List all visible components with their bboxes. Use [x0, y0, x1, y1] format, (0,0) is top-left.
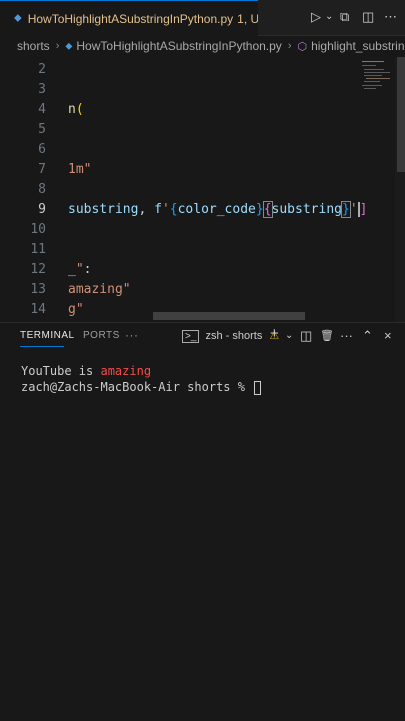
tab-terminal[interactable]: TERMINAL: [20, 330, 75, 341]
line-number: 8: [38, 182, 46, 197]
code-line: bigint: [68, 57, 115, 60]
terminal-line: zach@Zachs-MacBook-Air shorts %: [21, 379, 262, 395]
panel-header: TERMINAL PORTS ··· >_ zsh - shorts ⚠ + ⌄…: [0, 323, 405, 351]
python-file-icon: ⬥: [14, 12, 22, 24]
line-number: 6: [38, 142, 46, 157]
breadcrumb-folder[interactable]: shorts: [17, 39, 50, 53]
chevron-right-icon: ›: [287, 40, 292, 52]
breadcrumb-file[interactable]: HowToHighlightASubstringInPython.py: [76, 39, 281, 53]
close-panel-icon[interactable]: ×: [384, 329, 392, 343]
tab-filename: HowToHighlightASubstringInPython.py: [27, 11, 234, 26]
bottom-panel: TERMINAL PORTS ··· >_ zsh - shorts ⚠ + ⌄…: [0, 322, 405, 721]
add-terminal-icon[interactable]: +: [270, 326, 279, 341]
code-line: amazing": [68, 282, 131, 297]
line-number: 14: [30, 302, 46, 317]
panel-more-icon[interactable]: ···: [125, 328, 139, 342]
line-number: 11: [30, 242, 46, 257]
function-symbol-icon: ⬡: [297, 40, 308, 53]
horizontal-scrollbar-thumb[interactable]: [153, 312, 305, 320]
line-number: 7: [38, 162, 46, 177]
terminal-line: YouTube is amazing: [21, 363, 261, 379]
split-terminal-icon[interactable]: ◫: [300, 329, 312, 343]
line-number: 2: [38, 62, 46, 77]
terminal-output[interactable]: YouTube is amazing zach@Zachs-MacBook-Air…: [21, 363, 262, 395]
run-icon[interactable]: ▷: [311, 10, 321, 24]
editor-tab[interactable]: ⬥ HowToHighlightASubstringInPython.py 1,…: [0, 0, 258, 36]
line-number: 10: [30, 222, 46, 237]
line-number: 12: [30, 262, 46, 277]
scrollbar-thumb[interactable]: [397, 57, 405, 172]
output-text: YouTube is: [21, 364, 101, 378]
line-number: 5: [38, 122, 46, 137]
line-number: 4: [38, 102, 46, 117]
python-file-icon: ⬥: [65, 40, 73, 52]
code-line: g": [68, 302, 84, 317]
more-actions-icon[interactable]: ⋯: [384, 10, 397, 24]
split-editor-icon[interactable]: ◫: [362, 10, 374, 24]
breadcrumb-symbol[interactable]: highlight_substring: [311, 39, 405, 53]
breadcrumb: shorts › ⬥ HowToHighlightASubstringInPyt…: [0, 35, 405, 57]
terminal-cursor: [254, 380, 262, 395]
run-dropdown-icon[interactable]: ⌄: [325, 10, 333, 24]
line-number: 3: [38, 82, 46, 97]
chevron-right-icon: ›: [55, 40, 60, 52]
code-line: 1m": [68, 162, 92, 177]
compare-changes-icon[interactable]: ⧉: [340, 10, 349, 24]
terminal-icon: >_: [182, 330, 200, 343]
line-number: 13: [30, 282, 46, 297]
code-editor[interactable]: 1 bigint 2 3 4 5 6 7 8 9 10 11 12 13 14 …: [0, 57, 405, 322]
minimap[interactable]: [360, 57, 394, 157]
active-line-number: 9: [38, 202, 46, 217]
active-tab-indicator: [20, 346, 64, 347]
terminal-shell-selector[interactable]: >_ zsh - shorts ⚠: [182, 329, 279, 343]
tab-ports[interactable]: PORTS: [83, 330, 120, 341]
trash-icon[interactable]: 🗑: [320, 329, 334, 343]
more-icon[interactable]: ···: [340, 329, 353, 343]
shell-prompt: zach@Zachs-MacBook-Air shorts %: [21, 380, 253, 394]
highlighted-substring: amazing: [100, 364, 152, 378]
code-line: n(: [68, 102, 84, 117]
editor-tab-bar: ⬥ HowToHighlightASubstringInPython.py 1,…: [0, 0, 405, 36]
shell-name: zsh - shorts: [205, 330, 263, 342]
tab-status: 1, U: [237, 11, 258, 26]
code-line: _":: [68, 262, 92, 277]
active-code-line: substring, f'{color_code}{substring}']: [68, 201, 368, 218]
chevron-down-icon[interactable]: ⌄: [285, 329, 293, 343]
vertical-scrollbar[interactable]: [395, 57, 405, 322]
maximize-panel-icon[interactable]: ⌃: [362, 329, 373, 343]
